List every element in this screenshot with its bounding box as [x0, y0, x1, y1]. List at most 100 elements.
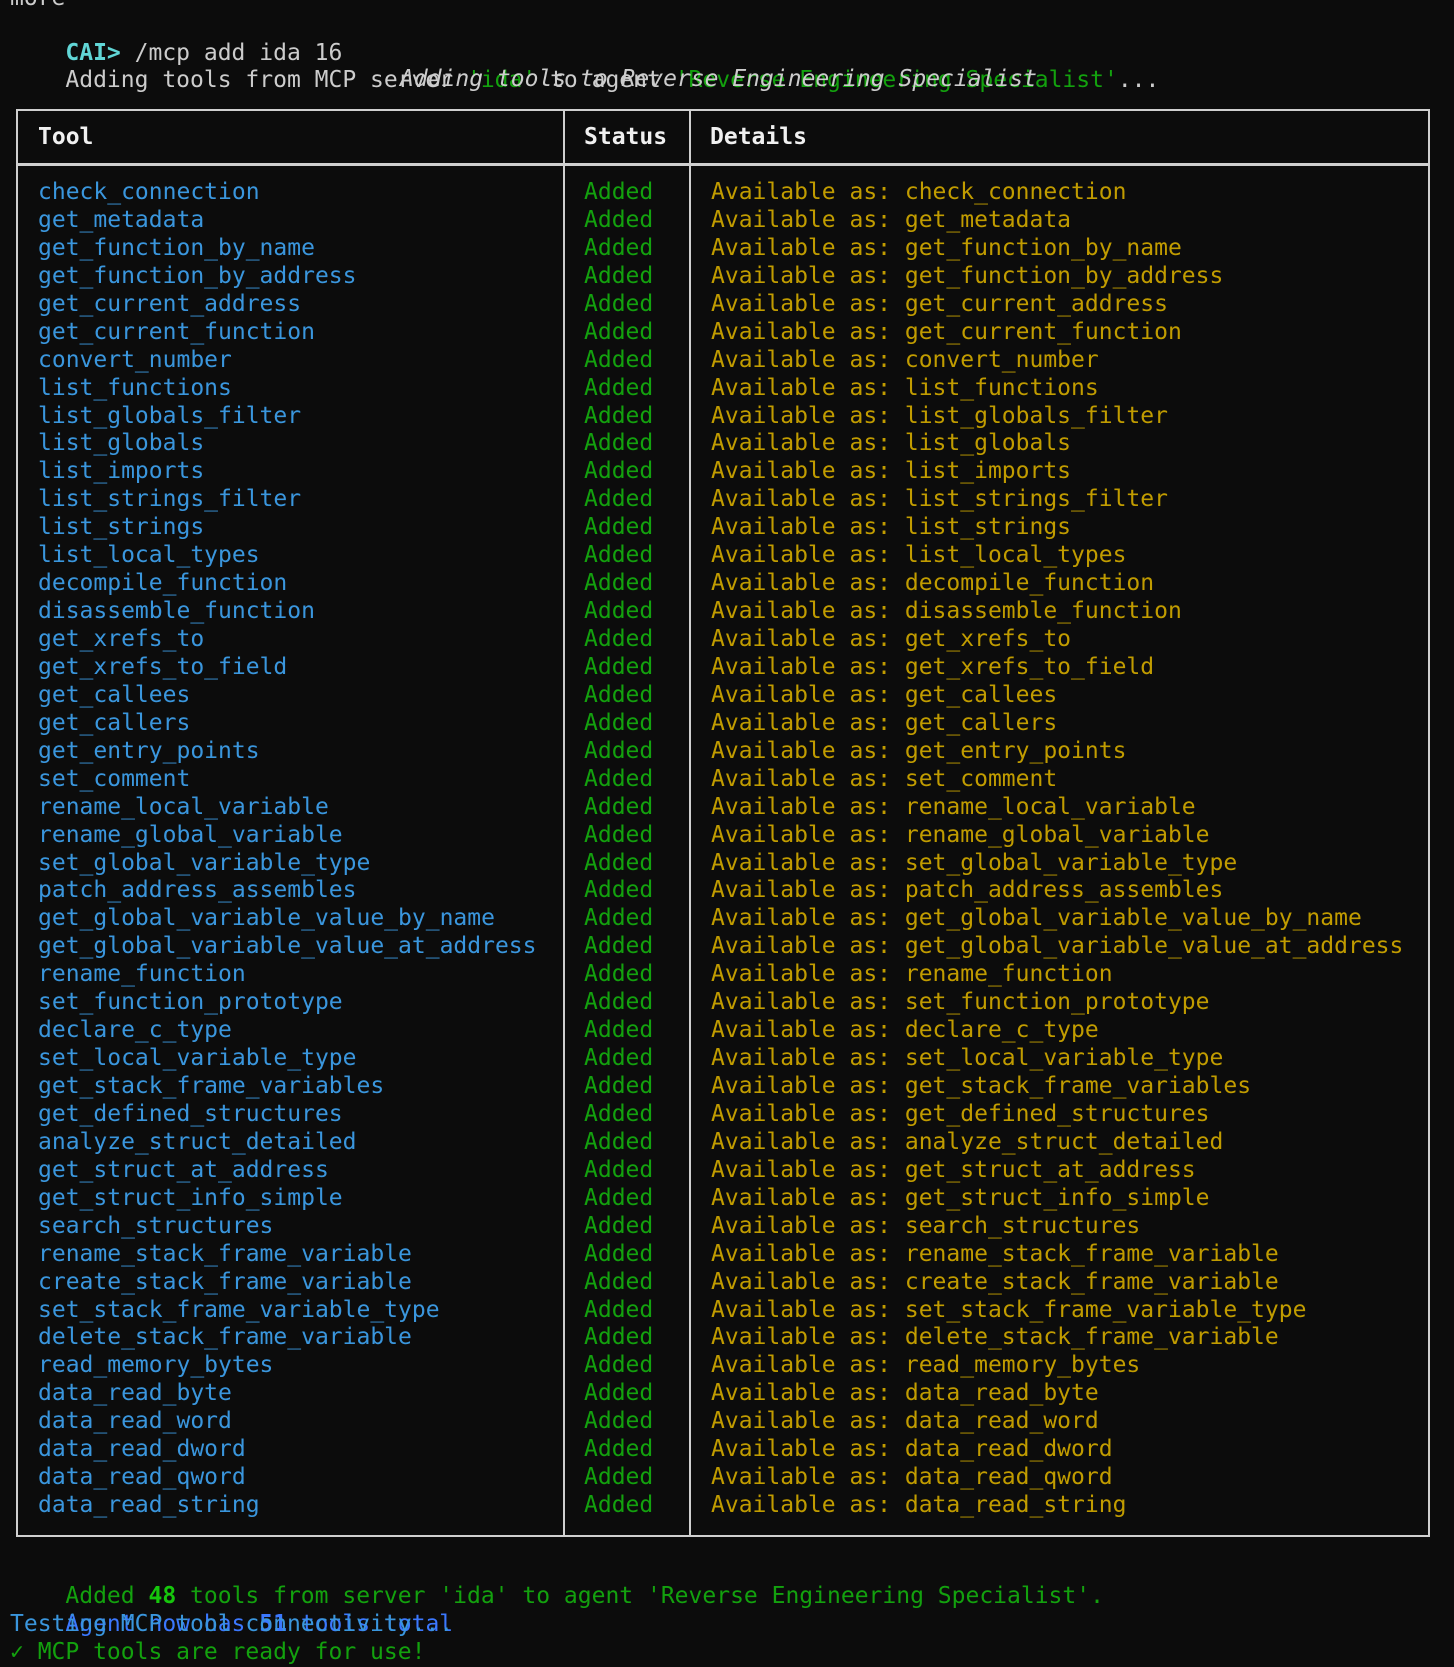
tool-name: convert_number	[38, 346, 232, 373]
tool-status: Added	[584, 402, 654, 429]
tools-table: Tool Status Details check_connection Adde…	[16, 109, 1430, 1537]
tool-name: get_callees	[38, 681, 191, 708]
table-row: get_callees Added Available as: get_callee…	[18, 681, 1428, 709]
tool-name: get_function_by_address	[38, 262, 357, 289]
tool-name: search_structures	[38, 1212, 274, 1239]
table-row: get_entry_points Added Available as: get_e…	[18, 737, 1428, 765]
adding-tools-line: Adding tools from MCP server 'ida' to ag…	[10, 38, 1159, 93]
table-caption: Adding tools to Reverse Engineering Spec…	[400, 66, 1037, 92]
tool-details: Available as: list_strings	[711, 514, 1072, 541]
tool-details: Available as: get_entry_points	[711, 737, 1127, 764]
table-row: list_strings_filter Added Available as: li…	[18, 485, 1428, 513]
table-row: get_callers Added Available as: get_caller…	[18, 709, 1428, 737]
tool-name: get_global_variable_value_at_address	[38, 933, 537, 960]
tool-name: rename_function	[38, 961, 246, 988]
tool-name: get_entry_points	[38, 737, 260, 764]
tool-name: list_strings_filter	[38, 486, 302, 513]
table-row: analyze_struct_detailed Added Available as…	[18, 1128, 1428, 1156]
tool-details: Available as: get_stack_frame_variables	[711, 1073, 1252, 1099]
tool-status: Added	[584, 234, 654, 261]
tool-status: Added	[584, 290, 654, 317]
terminal-window[interactable]: more CAI> /mcp add ida 16 Adding tools f…	[0, 0, 1454, 1667]
tool-name: get_function_by_name	[38, 234, 315, 261]
tool-details: Available as: patch_address_assembles	[711, 877, 1224, 904]
tool-details: Available as: create_stack_frame_variabl…	[711, 1268, 1279, 1295]
tool-status: Added	[584, 262, 654, 289]
tool-status: Added	[584, 1324, 654, 1351]
tool-status: Added	[584, 821, 654, 848]
table-row: check_connection Added Available as: check…	[18, 178, 1428, 206]
tool-details: Available as: disassemble_function	[711, 598, 1182, 625]
tool-name: rename_stack_frame_variable	[38, 1240, 412, 1267]
tool-details: Available as: get_function_by_address	[711, 262, 1224, 289]
tool-name: delete_stack_frame_variable	[38, 1324, 412, 1351]
tool-status: Added	[584, 793, 654, 820]
tool-details: Available as: get_function_by_name	[711, 234, 1182, 261]
tool-name: list_strings	[38, 514, 205, 541]
table-row: get_xrefs_to_field Added Available as: get…	[18, 653, 1428, 681]
tool-name: set_global_variable_type	[38, 849, 371, 876]
tool-details: Available as: check_connection	[711, 179, 1127, 205]
tool-details: Available as: get_current_address	[711, 290, 1168, 317]
table-row: get_metadata Added Available as: get_metad…	[18, 206, 1428, 234]
tool-name: set_comment	[38, 765, 191, 792]
table-row: data_read_qword Added Available as: data_r…	[18, 1463, 1428, 1491]
tool-name: set_local_variable_type	[38, 1045, 357, 1072]
table-row: list_local_types Added Available as: list_…	[18, 541, 1428, 569]
tool-name: set_stack_frame_variable_type	[38, 1296, 440, 1323]
tool-details: Available as: list_strings_filter	[711, 486, 1168, 513]
tool-name: data_read_byte	[38, 1380, 232, 1407]
tool-details: Available as: data_read_byte	[711, 1380, 1099, 1407]
header-tool: Tool	[38, 124, 94, 150]
tool-details: Available as: rename_local_variable	[711, 793, 1196, 820]
tool-name: list_globals_filter	[38, 402, 302, 429]
tool-details: Available as: rename_function	[711, 961, 1113, 988]
tool-details: Available as: get_defined_structures	[711, 1100, 1210, 1127]
tool-name: get_struct_at_address	[38, 1156, 329, 1183]
table-row: set_global_variable_type Added Available a…	[18, 849, 1428, 877]
tool-details: Available as: search_structures	[711, 1212, 1141, 1239]
command-line: CAI> /mcp add ida 16	[10, 11, 342, 66]
tool-name: get_defined_structures	[38, 1100, 343, 1127]
table-row: decompile_function Added Available as: dec…	[18, 569, 1428, 597]
tool-name: decompile_function	[38, 570, 288, 597]
tool-details: Available as: get_struct_info_simple	[711, 1184, 1210, 1211]
table-row: list_imports Added Available as: list_impo…	[18, 457, 1428, 485]
tool-details: Available as: get_global_variable_value_…	[711, 933, 1404, 960]
table-row: search_structures Added Available as: sear…	[18, 1212, 1428, 1240]
tool-details: Available as: list_functions	[711, 374, 1099, 401]
table-row: list_functions Added Available as: list_fu…	[18, 374, 1428, 402]
tool-details: Available as: analyze_struct_detailed	[711, 1128, 1224, 1155]
tool-name: check_connection	[38, 179, 260, 205]
tool-name: disassemble_function	[38, 598, 315, 625]
tool-status: Added	[584, 1240, 654, 1267]
testing-connectivity-line: Testing MCP tool connectivity...	[10, 1611, 454, 1637]
tool-name: data_read_qword	[38, 1464, 246, 1491]
tool-name: list_imports	[38, 458, 205, 485]
tool-name: get_xrefs_to_field	[38, 653, 288, 680]
tool-status: Added	[584, 653, 654, 680]
tool-details: Available as: get_callers	[711, 709, 1058, 736]
tool-status: Added	[584, 206, 654, 233]
table-row: list_globals Added Available as: list_glob…	[18, 429, 1428, 457]
tool-name: rename_global_variable	[38, 821, 343, 848]
tool-details: Available as: convert_number	[711, 346, 1099, 373]
tool-status: Added	[584, 1156, 654, 1183]
tool-details: Available as: read_memory_bytes	[711, 1352, 1141, 1379]
tool-status: Added	[584, 905, 654, 932]
tool-details: Available as: get_callees	[711, 681, 1058, 708]
tool-name: get_current_function	[38, 318, 315, 345]
tool-details: Available as: set_comment	[711, 765, 1058, 792]
tool-details: Available as: set_function_prototype	[711, 989, 1210, 1016]
table-row: set_stack_frame_variable_type Added Availa…	[18, 1296, 1428, 1324]
tool-status: Added	[584, 486, 654, 513]
tool-details: Available as: decompile_function	[711, 570, 1155, 597]
tool-details: Available as: get_metadata	[711, 206, 1072, 233]
table-row: declare_c_type Added Available as: declare…	[18, 1016, 1428, 1044]
table-row: read_memory_bytes Added Available as: read…	[18, 1351, 1428, 1379]
tool-status: Added	[584, 933, 654, 960]
tool-name: list_local_types	[38, 542, 260, 569]
table-row: patch_address_assembles Added Available as…	[18, 876, 1428, 904]
table-row: get_stack_frame_variables Added Available …	[18, 1072, 1428, 1100]
tool-status: Added	[584, 542, 654, 569]
